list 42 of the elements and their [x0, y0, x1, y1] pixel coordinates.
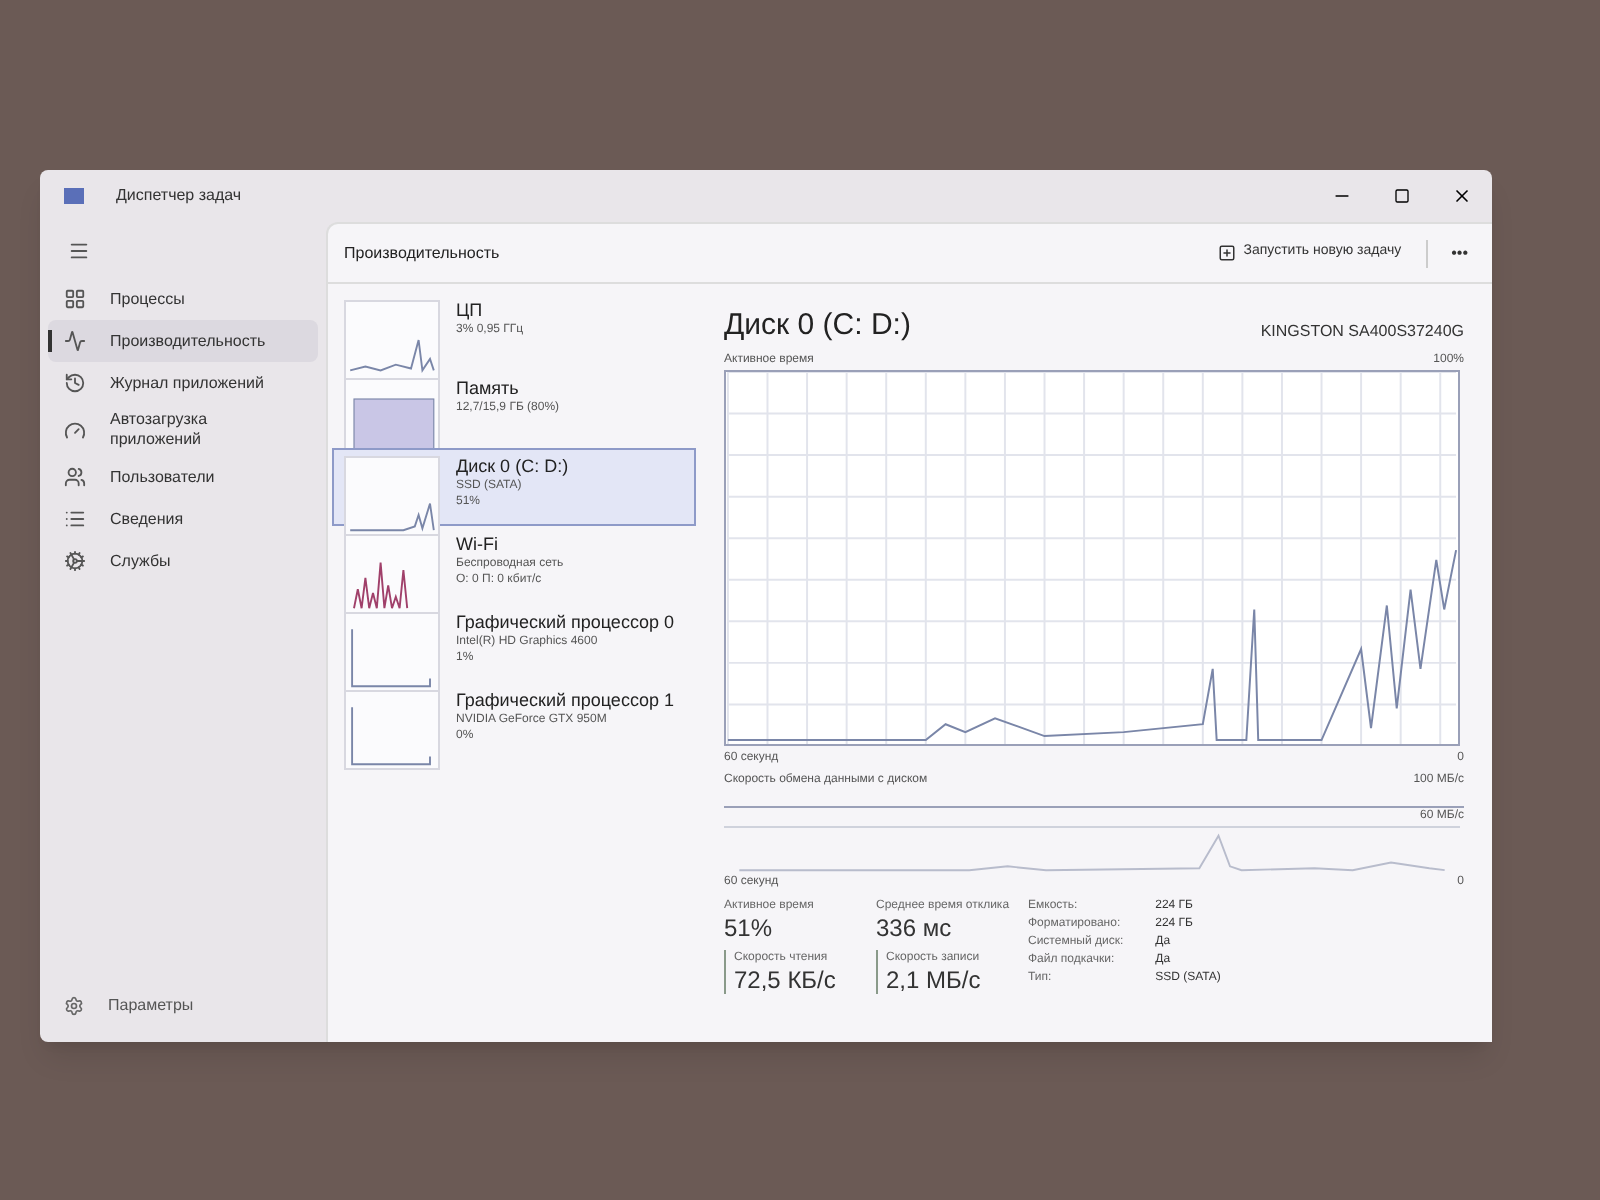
usage-sparkline — [344, 300, 440, 380]
usage-sparkline — [344, 534, 440, 614]
menu-icon — [67, 239, 89, 261]
sidebar-item[interactable]: Журнал приложений — [48, 362, 318, 404]
stat-value: 336 мс — [876, 914, 954, 942]
new-task-icon — [1217, 244, 1236, 262]
device-name: Wi-Fi — [456, 534, 500, 556]
nav-icon — [64, 372, 86, 394]
stat-value: 51% — [724, 914, 775, 942]
nav-icon — [64, 508, 86, 530]
sidebar-item[interactable]: Пользователи — [48, 456, 318, 498]
sidebar-item[interactable]: Службы — [48, 540, 318, 582]
maximize-icon — [1394, 188, 1410, 204]
nav-icon — [64, 288, 86, 310]
nav-icon — [64, 550, 86, 572]
sidebar-item[interactable]: Автозагрузка приложений — [48, 404, 318, 456]
device-name: Графический процессор 1 — [456, 690, 675, 712]
disk-title: Диск 0 (C: D:) — [724, 308, 911, 344]
stat-value: 72,5 КБ/с — [734, 966, 838, 994]
more-button[interactable]: ••• — [1443, 241, 1476, 265]
device-name: ЦП — [456, 300, 485, 322]
close-icon — [1452, 186, 1472, 206]
settings-icon — [64, 996, 84, 1016]
usage-sparkline — [344, 612, 440, 692]
nav-icon — [64, 419, 86, 441]
stat-value: 2,1 МБ/с — [886, 966, 983, 994]
page-title: Производительность — [344, 241, 500, 265]
nav-icon — [64, 330, 86, 352]
sidebar-item[interactable]: Процессы — [48, 278, 318, 320]
usage-sparkline — [344, 690, 440, 770]
device-name: Графический процессор 0 — [456, 612, 675, 634]
sidebar-item[interactable]: Сведения — [48, 498, 318, 540]
disk-model: KINGSTON SA400S37240G — [1260, 320, 1464, 344]
nav-icon — [64, 466, 86, 488]
selection-indicator — [48, 330, 52, 352]
device-name: Диск 0 (C: D:) — [456, 456, 569, 478]
settings-item[interactable]: Параметры — [48, 986, 318, 1026]
window-title: Диспетчер задач — [116, 184, 242, 208]
device-name: Память — [456, 378, 521, 400]
sidebar-item[interactable]: Производительность — [48, 320, 318, 362]
app-icon — [64, 186, 84, 206]
usage-sparkline — [344, 456, 440, 536]
